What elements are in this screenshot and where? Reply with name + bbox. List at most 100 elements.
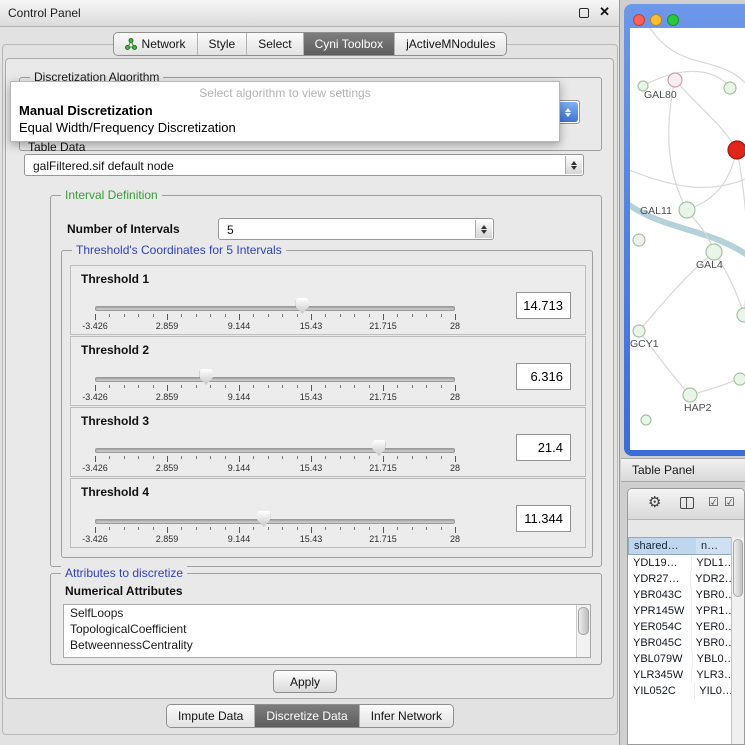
dropdown-option-equal-width-frequency[interactable]: Equal Width/Frequency Discretization — [11, 119, 559, 136]
threshold-2-slider[interactable]: -3.4262.8599.14415.4321.71528 — [95, 371, 455, 403]
table-row[interactable]: YIL052CYIL0… — [628, 683, 732, 699]
slider-tick — [95, 385, 96, 391]
scrollbar-thumb[interactable] — [578, 607, 589, 635]
tab-cyni-toolbox[interactable]: Cyni Toolbox — [303, 33, 394, 55]
cell-name: YBR0… — [692, 587, 732, 603]
cell-name: YDR2… — [691, 571, 732, 587]
network-node[interactable] — [734, 373, 745, 385]
network-node[interactable] — [706, 244, 722, 260]
slider-track[interactable] — [95, 519, 455, 524]
tab-infer-network[interactable]: Infer Network — [359, 705, 453, 727]
threshold-4-slider[interactable]: -3.4262.8599.14415.4321.71528 — [95, 513, 455, 545]
slider-scale-label: 21.715 — [369, 463, 397, 473]
network-node[interactable] — [633, 325, 645, 337]
threshold-3-value[interactable]: 21.4 — [516, 434, 571, 461]
slider-thumb[interactable] — [372, 440, 385, 456]
settings-gear-icon[interactable]: ⚙ — [648, 493, 661, 511]
slider-tick — [412, 527, 413, 530]
network-edge[interactable] — [650, 28, 745, 86]
slider-scale-label: 9.144 — [228, 463, 251, 473]
dropdown-option-manual-discretization[interactable]: Manual Discretization — [11, 102, 559, 119]
slider-tick — [225, 314, 226, 317]
threshold-3-slider[interactable]: -3.4262.8599.14415.4321.71528 — [95, 442, 455, 474]
minimize-window-button[interactable] — [650, 14, 662, 26]
threshold-4-value[interactable]: 11.344 — [516, 505, 571, 532]
close-window-button[interactable] — [633, 14, 645, 26]
slider-scale-label: 2.859 — [156, 321, 179, 331]
network-node[interactable] — [728, 141, 745, 159]
slider-scale-label: 9.144 — [228, 321, 251, 331]
slider-track[interactable] — [95, 377, 455, 382]
column-selector-icon[interactable] — [680, 497, 694, 509]
table-panel-title: Table Panel — [632, 463, 695, 477]
slider-scale-label: -3.426 — [82, 321, 108, 331]
select-none-checkbox-icon[interactable]: ☑ — [724, 495, 735, 509]
network-edge[interactable] — [690, 379, 740, 395]
slider-tick — [397, 385, 398, 388]
table-toolbar: ⚙ ☑ ☑ — [628, 489, 744, 520]
slider-tick — [268, 385, 269, 388]
table-row[interactable]: YDR27…YDR2… — [628, 571, 732, 587]
combo-arrows-icon — [475, 220, 492, 238]
slider-thumb[interactable] — [257, 511, 270, 527]
table-row[interactable]: YBR043CYBR0… — [628, 587, 732, 603]
slider-tick — [383, 456, 384, 462]
network-node[interactable] — [724, 82, 736, 94]
threshold-1-value[interactable]: 14.713 — [516, 292, 571, 319]
table-data-select[interactable]: galFiltered.sif default node — [24, 154, 584, 176]
column-header-shared-name[interactable]: shared… — [628, 537, 697, 555]
network-node[interactable] — [641, 415, 651, 425]
attribute-item[interactable]: SelfLoops — [64, 605, 590, 621]
network-edge[interactable] — [687, 150, 737, 210]
network-node[interactable] — [683, 388, 697, 402]
tab-network[interactable]: Network — [114, 33, 197, 55]
select-all-checkbox-icon[interactable]: ☑ — [708, 495, 719, 509]
slider-thumb[interactable] — [200, 369, 213, 385]
threshold-2-value[interactable]: 6.316 — [516, 363, 571, 390]
column-header-name[interactable]: n… — [696, 537, 734, 555]
tab-discretize-data[interactable]: Discretize Data — [254, 705, 358, 727]
number-of-intervals-label: Number of Intervals — [67, 222, 180, 236]
slider-scale-label: 15.43 — [300, 392, 323, 402]
table-row[interactable]: YPR145WYPR1… — [628, 603, 732, 619]
network-edge[interactable] — [630, 168, 745, 187]
network-edge[interactable] — [737, 150, 745, 315]
network-node[interactable] — [737, 308, 745, 322]
attribute-item[interactable]: TopologicalCoefficient — [64, 621, 590, 637]
tab-select[interactable]: Select — [246, 33, 302, 55]
table-row[interactable]: YER054CYER0… — [628, 619, 732, 635]
table-scrollbar[interactable] — [731, 537, 744, 744]
network-edge[interactable] — [643, 71, 730, 88]
table-row[interactable]: YLR345WYLR3… — [628, 667, 732, 683]
numerical-attributes-list[interactable]: SelfLoopsTopologicalCoefficientBetweenne… — [63, 604, 591, 658]
zoom-window-button[interactable] — [667, 14, 679, 26]
tab-jactivemodules[interactable]: jActiveMNodules — [394, 33, 506, 55]
slider-tick — [441, 314, 442, 317]
slider-track[interactable] — [95, 448, 455, 453]
table-row[interactable]: YBL079WYBL0… — [628, 651, 732, 667]
list-scrollbar[interactable] — [576, 605, 590, 657]
tab-style[interactable]: Style — [197, 33, 247, 55]
threshold-1-slider[interactable]: -3.4262.8599.14415.4321.71528 — [95, 300, 455, 332]
network-canvas[interactable]: GAL80GAL11GAL4GCY1HAP2 — [630, 28, 745, 450]
table-row[interactable]: YBR045CYBR0… — [628, 635, 732, 651]
network-node[interactable] — [633, 234, 645, 246]
slider-tick — [167, 314, 168, 320]
slider-track[interactable] — [95, 306, 455, 311]
slider-tick — [210, 385, 211, 388]
attribute-item[interactable]: BetweennessCentrality — [64, 637, 590, 653]
float-panel-icon[interactable] — [579, 8, 589, 18]
network-node[interactable] — [668, 73, 682, 87]
tab-impute-data[interactable]: Impute Data — [167, 705, 254, 727]
scrollbar-thumb[interactable] — [733, 539, 743, 597]
slider-tick — [397, 314, 398, 317]
slider-tick — [210, 314, 211, 317]
apply-button[interactable]: Apply — [273, 670, 337, 693]
close-panel-icon[interactable]: ✕ — [599, 4, 610, 20]
table-row[interactable]: YDL19…YDL1… — [628, 555, 732, 571]
slider-ticks — [95, 314, 455, 321]
threshold-4-panel: Threshold 4 -3.4262.8599.14415.4321.7152… — [70, 478, 586, 548]
network-node[interactable] — [679, 202, 695, 218]
slider-thumb[interactable] — [296, 298, 309, 314]
number-of-intervals-select[interactable]: 5 — [218, 218, 494, 240]
